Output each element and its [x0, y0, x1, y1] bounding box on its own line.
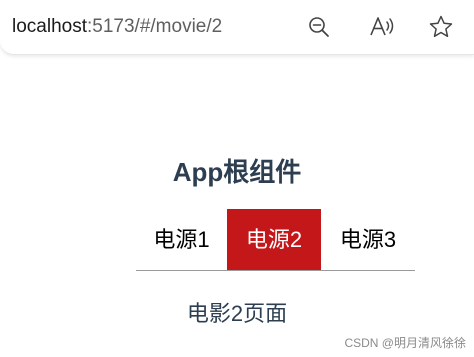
nav-link-movie-3[interactable]: 电源3	[321, 209, 415, 270]
url-text[interactable]: localhost:5173/#/movie/2	[12, 15, 222, 39]
nav-link-movie-1[interactable]: 电源1	[136, 209, 227, 270]
page: localhost:5173/#/movie/2 App根组件 电源1 电源2 …	[0, 0, 474, 357]
nav-link-movie-2[interactable]: 电源2	[227, 209, 321, 270]
read-aloud-icon[interactable]	[368, 13, 396, 41]
movie-nav: 电源1 电源2 电源3	[136, 209, 415, 271]
movie-page-content: 电影2页面	[186, 301, 288, 326]
browser-address-bar: localhost:5173/#/movie/2	[0, 0, 474, 55]
star-icon[interactable]	[427, 13, 455, 41]
app-title: App根组件	[172, 157, 302, 187]
url-path: :5173/#/movie/2	[87, 16, 223, 37]
url-host: localhost	[12, 16, 87, 37]
zoom-out-icon[interactable]	[305, 13, 333, 41]
watermark: CSDN @明月清风徐徐	[344, 336, 466, 350]
